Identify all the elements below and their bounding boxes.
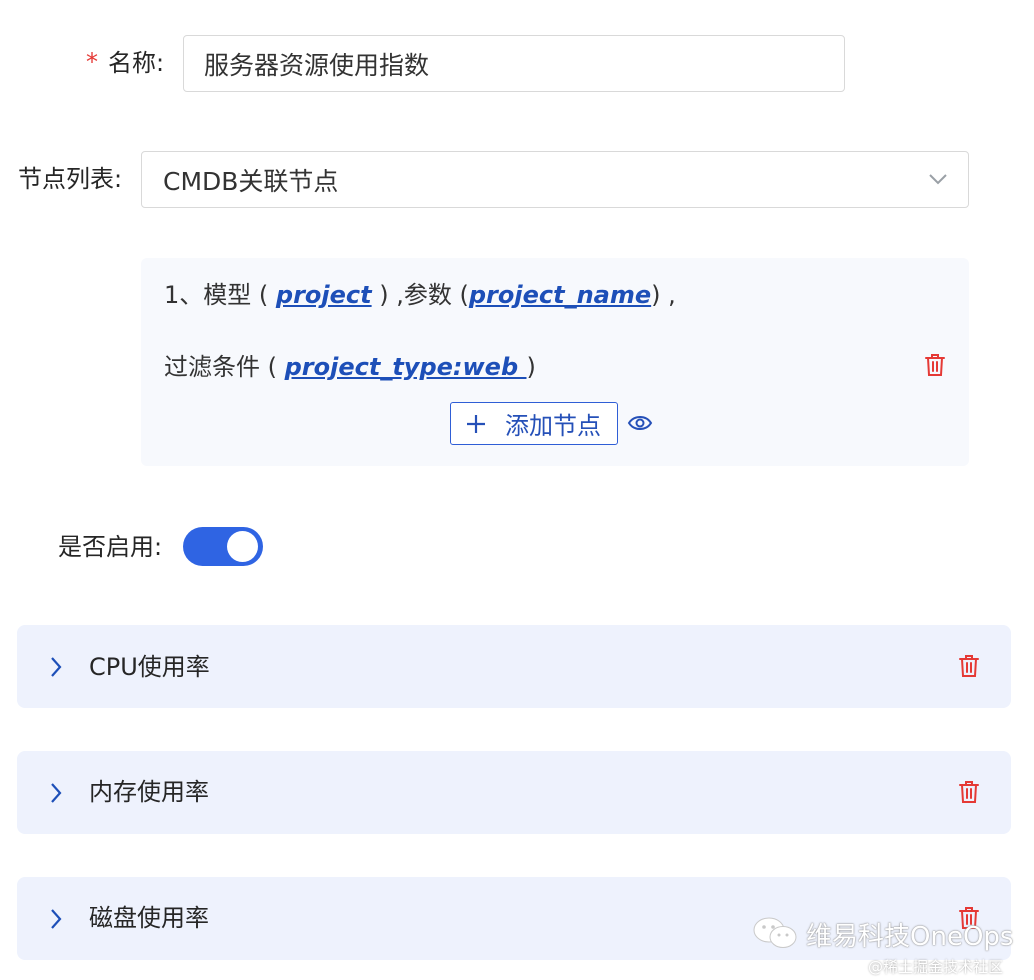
chevron-right-icon[interactable]: [49, 656, 63, 678]
trash-icon[interactable]: [958, 780, 980, 804]
chevron-right-icon[interactable]: [49, 782, 63, 804]
filter-link[interactable]: project_type:web: [285, 353, 527, 381]
metric-title: 磁盘使用率: [89, 904, 209, 932]
name-input[interactable]: 服务器资源使用指数: [183, 35, 845, 92]
param-link[interactable]: project_name: [469, 281, 651, 309]
trash-icon[interactable]: [958, 654, 980, 678]
name-label: 名称:: [108, 49, 165, 77]
chevron-down-icon: [929, 174, 947, 185]
metric-title: CPU使用率: [89, 653, 210, 681]
node-list-label: 节点列表:: [18, 165, 123, 193]
node-list-select[interactable]: CMDB关联节点: [141, 151, 969, 208]
node-config-panel: 1、模型 ( project ) ,参数 (project_name) , 过滤…: [141, 258, 969, 466]
plus-icon: [467, 414, 485, 433]
toggle-knob: [227, 531, 258, 562]
required-mark: *: [86, 48, 98, 76]
metric-card-cpu[interactable]: CPU使用率: [17, 625, 1011, 708]
metric-card-memory[interactable]: 内存使用率: [17, 751, 1011, 834]
chevron-right-icon[interactable]: [49, 908, 63, 930]
add-node-label: 添加节点: [505, 412, 601, 440]
filter-suffix-text: ): [526, 353, 536, 381]
param-prefix-text: ) ,参数 (: [371, 281, 469, 309]
filter-prefix-text: 过滤条件 (: [164, 353, 285, 381]
param-suffix-text: ) ,: [651, 281, 676, 309]
enabled-toggle[interactable]: [183, 527, 263, 566]
trash-icon[interactable]: [924, 353, 946, 377]
add-node-button[interactable]: 添加节点: [450, 402, 618, 445]
eye-icon[interactable]: [627, 413, 653, 433]
node-filter-line: 过滤条件 ( project_type:web ): [164, 350, 536, 384]
metric-title: 内存使用率: [89, 778, 209, 806]
wechat-icon: [753, 917, 797, 948]
model-link[interactable]: project: [276, 281, 372, 309]
node-list-selected: CMDB关联节点: [163, 166, 339, 196]
watermark-site: @稀土掘金技术社区: [868, 958, 1004, 976]
enabled-label: 是否启用:: [58, 533, 163, 561]
name-input-value: 服务器资源使用指数: [204, 50, 430, 80]
watermark-brand: 维易科技OneOps: [806, 922, 1014, 952]
model-prefix-text: 1、模型 (: [164, 281, 276, 309]
node-model-line: 1、模型 ( project ) ,参数 (project_name) ,: [164, 278, 676, 312]
